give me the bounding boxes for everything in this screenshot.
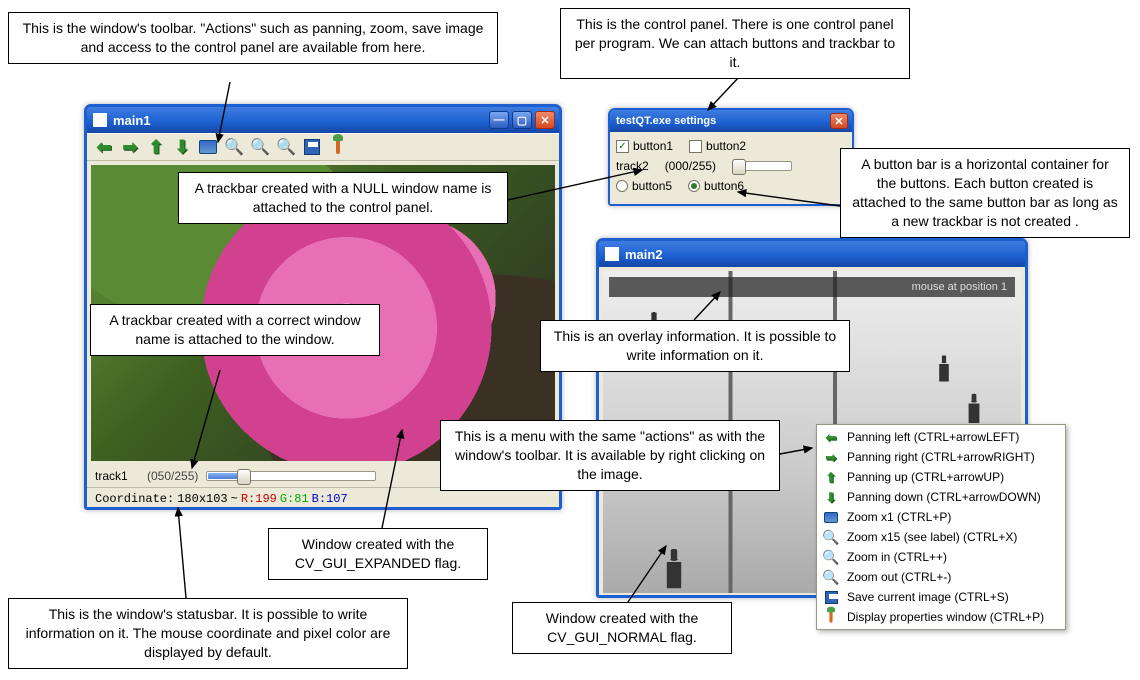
menu-item-pan-down[interactable]: ⬇Panning down (CTRL+arrowDOWN) <box>817 487 1065 507</box>
callout-overlay: This is an overlay information. It is po… <box>540 320 850 372</box>
save-button[interactable] <box>301 136 323 158</box>
maximize-button[interactable]: ▢ <box>512 111 532 129</box>
status-G: G:81 <box>280 492 309 506</box>
checkbox-button1[interactable]: button1 <box>616 139 673 153</box>
checkbox-icon <box>689 140 702 153</box>
callout-trackbar-named: A trackbar created with a correct window… <box>90 304 380 356</box>
figure-icon <box>935 354 953 381</box>
window-title: main2 <box>625 247 663 262</box>
status-coord-label: Coordinate: <box>95 492 174 506</box>
zoom-in-icon: 🔍 <box>823 549 839 565</box>
arrow-up-icon: ⬆ <box>823 469 839 485</box>
toolbar: ⬅ ➡ ⬆ ⬇ 🔍 🔍 🔍 <box>87 133 559 161</box>
callout-controlpanel: This is the control panel. There is one … <box>560 8 910 79</box>
arrow-down-icon: ⬇ <box>823 489 839 505</box>
close-button[interactable]: ✕ <box>535 111 555 129</box>
status-sep: ~ <box>231 492 238 506</box>
callout-expanded: Window created with the CV_GUI_EXPANDED … <box>268 528 488 580</box>
zoom-out-button[interactable]: 🔍 <box>275 136 297 158</box>
zoom-in-button[interactable]: 🔍 <box>249 136 271 158</box>
trackbar-slider[interactable] <box>206 471 376 481</box>
callout-trackbar-null: A trackbar created with a NULL window na… <box>178 172 508 224</box>
menu-item-zoom-in[interactable]: 🔍Zoom in (CTRL++) <box>817 547 1065 567</box>
menu-item-zoom-region[interactable]: 🔍Zoom x15 (see label) (CTRL+X) <box>817 527 1065 547</box>
properties-icon <box>823 609 839 625</box>
pan-up-button[interactable]: ⬆ <box>145 136 167 158</box>
figure-icon <box>964 393 984 424</box>
trackbar-label: track2 <box>616 159 649 173</box>
menu-item-properties[interactable]: Display properties window (CTRL+P) <box>817 607 1065 627</box>
callout-normal: Window created with the CV_GUI_NORMAL fl… <box>512 602 732 654</box>
menu-item-save[interactable]: Save current image (CTRL+S) <box>817 587 1065 607</box>
save-icon <box>823 589 839 605</box>
zoom-region-button[interactable]: 🔍 <box>223 136 245 158</box>
arrow-left-icon: ⬅ <box>823 429 839 445</box>
menu-item-pan-up[interactable]: ⬆Panning up (CTRL+arrowUP) <box>817 467 1065 487</box>
arrow-right-icon: ➡ <box>823 449 839 465</box>
radio-button6[interactable]: button6 <box>688 179 744 193</box>
checkbox-icon <box>616 140 629 153</box>
radio-button5[interactable]: button5 <box>616 179 672 193</box>
pan-down-button[interactable]: ⬇ <box>171 136 193 158</box>
radio-icon <box>688 180 700 192</box>
app-icon <box>605 247 619 261</box>
status-B: B:107 <box>312 492 348 506</box>
menu-item-pan-left[interactable]: ⬅Panning left (CTRL+arrowLEFT) <box>817 427 1065 447</box>
radio-icon <box>616 180 628 192</box>
trackbar: track2 (000/255) <box>616 156 846 176</box>
close-button[interactable]: ✕ <box>830 113 848 129</box>
controlpanel-body: button1 button2 track2 (000/255) button5… <box>610 132 852 200</box>
trackbar-value: (050/255) <box>147 469 198 483</box>
window-title: main1 <box>113 113 151 128</box>
callout-buttonbar: A button bar is a horizontal container f… <box>840 148 1130 238</box>
app-icon <box>93 113 107 127</box>
overlay-bar: mouse at position 1 <box>609 277 1015 297</box>
trackbar-value: (000/255) <box>665 159 716 173</box>
trackbar-label: track1 <box>95 469 139 483</box>
overlay-text: mouse at position 1 <box>912 281 1007 293</box>
checkbox-button2[interactable]: button2 <box>689 139 746 153</box>
menu-item-zoom-x1[interactable]: Zoom x1 (CTRL+P) <box>817 507 1065 527</box>
zoom-x1-icon <box>823 509 839 525</box>
button-bar-2: button5 button6 <box>616 176 846 196</box>
status-coord: 180x103 <box>177 492 227 506</box>
window-title: testQT.exe settings <box>616 115 716 127</box>
trackbar-slider[interactable] <box>732 161 792 171</box>
menu-item-zoom-out[interactable]: 🔍Zoom out (CTRL+-) <box>817 567 1065 587</box>
minimize-button[interactable]: — <box>489 111 509 129</box>
callout-toolbar: This is the window's toolbar. "Actions" … <box>8 12 498 64</box>
pan-right-button[interactable]: ➡ <box>119 136 141 158</box>
figure-icon <box>661 548 687 589</box>
zoom-x1-button[interactable] <box>197 136 219 158</box>
window-controlpanel: testQT.exe settings ✕ button1 button2 tr… <box>608 108 854 206</box>
titlebar[interactable]: main2 <box>599 241 1025 267</box>
context-menu: ⬅Panning left (CTRL+arrowLEFT) ➡Panning … <box>816 424 1066 630</box>
status-R: R:199 <box>241 492 277 506</box>
titlebar[interactable]: testQT.exe settings ✕ <box>610 110 852 132</box>
menu-item-pan-right[interactable]: ➡Panning right (CTRL+arrowRIGHT) <box>817 447 1065 467</box>
pan-left-button[interactable]: ⬅ <box>93 136 115 158</box>
zoom-region-icon: 🔍 <box>823 529 839 545</box>
button-bar-1: button1 button2 <box>616 136 846 156</box>
callout-menu: This is a menu with the same "actions" a… <box>440 420 780 491</box>
properties-button[interactable] <box>327 136 349 158</box>
callout-statusbar: This is the window's statusbar. It is po… <box>8 598 408 669</box>
zoom-out-icon: 🔍 <box>823 569 839 585</box>
titlebar[interactable]: main1 — ▢ ✕ <box>87 107 559 133</box>
